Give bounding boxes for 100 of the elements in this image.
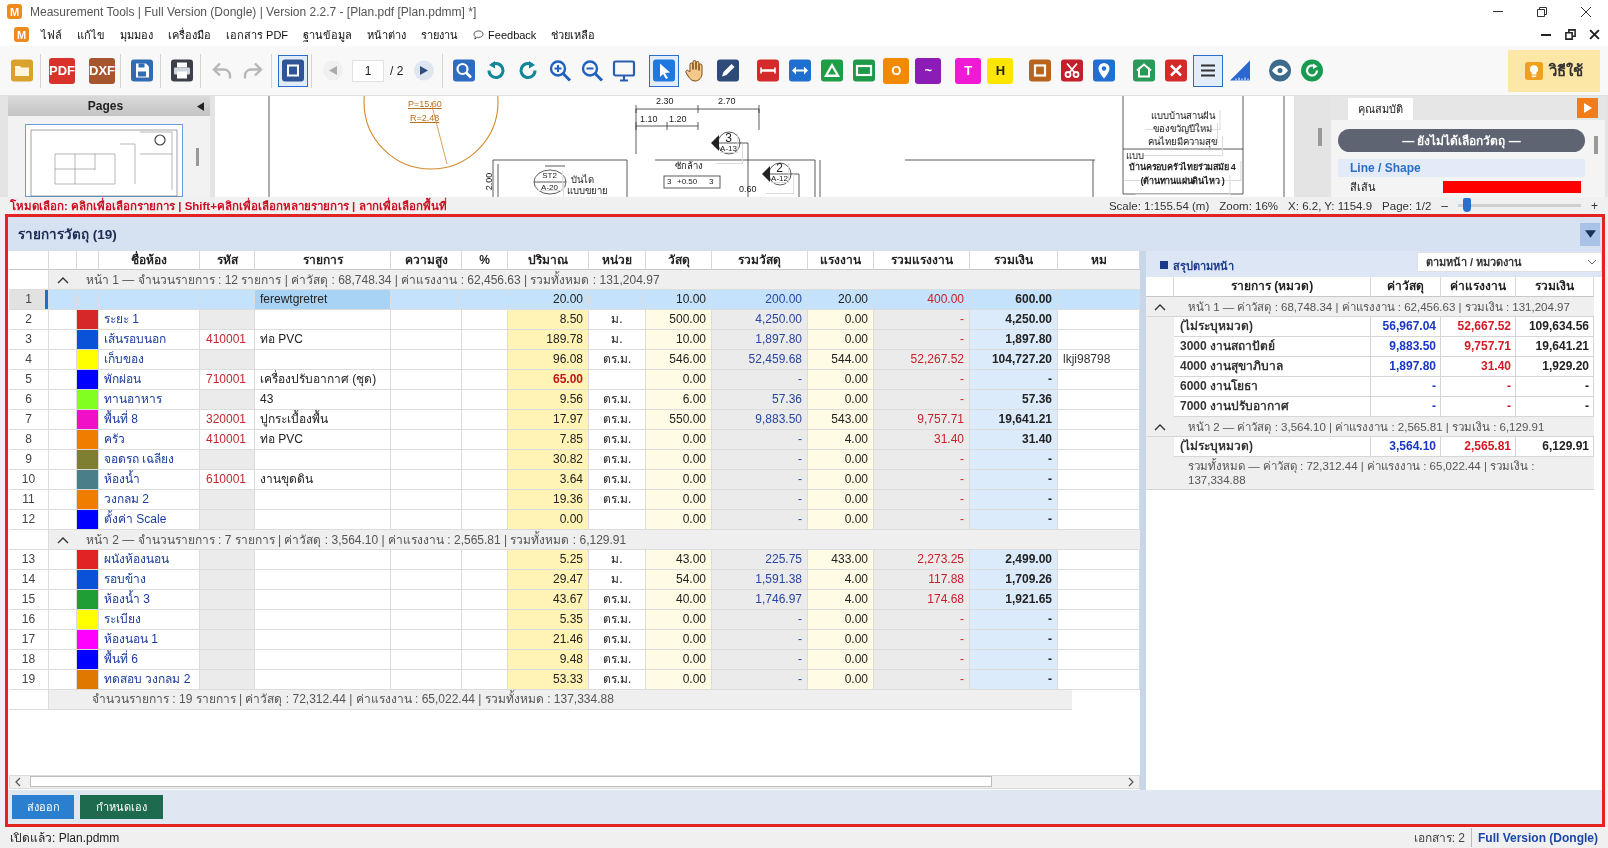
table-cell: 546.00 [646,350,712,370]
table-row[interactable]: 16 ระเบียง 5.35 ตร.ม. 0.00 - 0.00 - - [9,610,1140,630]
table-row[interactable]: 19 ทดสอบ วงกลม 2 53.33 ตร.ม. 0.00 - 0.00 - - [9,670,1140,690]
properties-tab[interactable]: คุณสมบัติ [1348,98,1413,120]
table-cell: 65.00 [508,370,589,390]
column-header[interactable]: รวมแรงงาน [874,251,970,270]
page-field[interactable]: 1 [352,59,384,82]
chevron-icon[interactable] [57,275,69,284]
color-field[interactable] [1443,180,1581,193]
table-row[interactable]: 8 ครัว 410001 ท่อ PVC 7.85 ตร.ม. 0.00 - 4.00 31.40 31.40 [9,430,1140,450]
table-cell: 10.00 [646,330,712,350]
table-cell: - [970,370,1058,390]
table-row[interactable]: 18 พื้นที่ 6 9.48 ตร.ม. 0.00 - 0.00 - - [9,650,1140,670]
chevron-right-icon[interactable] [1128,777,1134,787]
view-dropdown[interactable]: ตามหน้า / หมวดงาน [1417,252,1602,272]
table-row[interactable]: 14 รอบข้าง 29.47 ม. 54.00 1,591.38 4.00 117.88 1,709.26 [9,570,1140,590]
scrollbar-thumb[interactable] [196,148,199,166]
table-row[interactable]: 3 เส้นรอบนอก 410001 ท่อ PVC 189.78 ม. 10.00 1,897.80 0.00 - 1,897.80 [9,330,1140,350]
chevron-left-icon[interactable] [15,777,21,787]
expand-button[interactable] [1577,98,1598,118]
menu-item[interactable]: แก้ไข [77,25,105,44]
table-cell: 0.00 [808,610,874,630]
menu-item[interactable]: เอกสาร PDF [226,25,289,44]
action-button[interactable]: กำหนดเอง [80,795,163,819]
frame-tool-button[interactable] [278,54,308,87]
table-cell: 8.50 [508,310,589,330]
column-header[interactable]: ชื่อห้อง [99,251,200,270]
search-icon [452,58,477,83]
table-row[interactable]: 13 ผนังห้องนอน 5.25 ม. 43.00 225.75 433.00 2,273.25 2,499.00 [9,550,1140,570]
column-header[interactable]: วัสดุ [646,251,712,270]
menu-item[interactable]: รายงาน [421,25,459,44]
tool-button[interactable]: PDF [49,57,75,84]
app-logo: M [7,4,22,19]
table-row[interactable]: 2 ระยะ 1 8.50 ม. 500.00 4,250.00 0.00 - 4,250.00 [9,310,1140,330]
column-header[interactable]: แรงงาน [808,251,874,270]
table-cell: 0.00 [646,670,712,690]
help-button[interactable]: วิธีใช้ [1508,49,1600,92]
table-cell: - [970,630,1058,650]
table-cell: - [970,490,1058,510]
table-row[interactable]: 12 ตั้งค่า Scale 0.00 0.00 - 0.00 - - [9,510,1140,530]
zoom-in-label[interactable]: + [1591,198,1598,213]
column-header[interactable]: % [462,251,508,270]
table-cell: - [1371,377,1441,397]
table-row[interactable]: 17 ห้องนอน 1 21.46 ตร.ม. 0.00 - 0.00 - - [9,630,1140,650]
column-header[interactable]: หน่วย [589,251,646,270]
drawing-label: คนไทยมีความสุข [1143,136,1223,156]
column-header[interactable]: ปริมาณ [508,251,589,270]
menu-item[interactable]: มุมมอง [120,25,153,44]
triangle-ruler-icon [1228,58,1253,83]
table-row[interactable]: 5 พักผ่อน 710001 เครื่องปรับอากาศ (ชุด) 65.00 0.00 - 0.00 - - [9,370,1140,390]
collapse-icon[interactable] [197,101,204,111]
table-cell: 9,757.71 [874,410,970,430]
column-header[interactable]: รวมเงิน [970,251,1058,270]
row-number: 15 [9,590,49,610]
scrollbar-thumb[interactable] [1318,128,1322,146]
select-tool-button[interactable] [649,54,680,87]
table-row[interactable]: 9 จอดรถ เฉลียง 30.82 ตร.ม. 0.00 - 0.00 - - [9,450,1140,470]
chevron-icon[interactable] [57,535,69,544]
table-cell: 0.00 [646,650,712,670]
table-row[interactable]: 6 ทานอาหาร 43 9.56 ตร.ม. 6.00 57.36 0.00 - 57.36 [9,390,1140,410]
column-header[interactable]: รวมวัสดุ [712,251,808,270]
folder-icon [10,58,34,83]
zoom-out-label[interactable]: – [1441,198,1448,213]
tool-button[interactable]: H [987,57,1014,84]
table-row[interactable]: 1 ferewtgretret 20.00 10.00 200.00 20.00 400.00 600.00 [9,290,1140,310]
pane-title: Pages [86,99,125,113]
column-header[interactable]: ความสูง [391,251,462,270]
horizontal-scrollbar[interactable] [9,775,1140,789]
table-row[interactable]: 7 พื้นที่ 8 320001 ปูกระเบื้องพื้น 17.97 ตร.ม. 550.00 9,883.50 543.00 9,757.71 19,641.21 [9,410,1140,430]
tool-button[interactable]: T [955,57,982,84]
page-thumbnail[interactable] [25,124,183,197]
table-row[interactable]: 15 ห้องน้ำ 3 43.67 ตร.ม. 40.00 1,746.97 4.00 174.68 1,921.65 [9,590,1140,610]
chevron-icon[interactable] [1154,422,1166,431]
section-header[interactable]: Line / Shape [1338,159,1585,177]
scrollbar-thumb[interactable] [30,776,992,787]
table-cell: - [712,610,808,630]
column-header[interactable]: รายการ [255,251,391,270]
menu-item[interactable]: Feedback [473,28,537,41]
table-row[interactable]: 11 วงกลม 2 19.36 ตร.ม. 0.00 - 0.00 - - [9,490,1140,510]
menu-item[interactable]: ช่วยเหลือ [551,25,596,44]
menu-item[interactable]: หน้าต่าง [367,25,407,44]
restore-button[interactable] [1562,26,1578,43]
column-header[interactable]: รหัส [200,251,255,270]
scrollbar-thumb[interactable] [1594,136,1598,154]
collapse-button[interactable] [1580,222,1600,246]
menu-item[interactable]: ไฟล์ [41,25,62,44]
column-header[interactable]: หม [1058,251,1140,270]
tool-button[interactable]: ~ [915,57,942,84]
action-button[interactable]: ส่งออก [12,795,74,819]
table-row[interactable]: 4 เก็บของ 96.08 ตร.ม. 546.00 52,459.68 544.00 52,267.52 104,727.20 lkji98798 [9,350,1140,370]
table-row[interactable]: 10 ห้องน้ำ 610001 งานขุดดิน 3.64 ตร.ม. 0.00 - 0.00 - - [9,470,1140,490]
menu-item[interactable]: เครื่องมือ [168,25,211,44]
restore-icon [1537,6,1547,17]
list-view-button[interactable] [1193,54,1224,87]
chevron-icon[interactable] [1154,302,1166,311]
table-cell: - [874,330,970,350]
menu-item[interactable]: ฐานข้อมูล [303,25,353,44]
tool-button[interactable]: DXF [89,57,115,84]
table-cell: - [874,510,970,530]
slider-thumb[interactable] [1462,198,1471,212]
